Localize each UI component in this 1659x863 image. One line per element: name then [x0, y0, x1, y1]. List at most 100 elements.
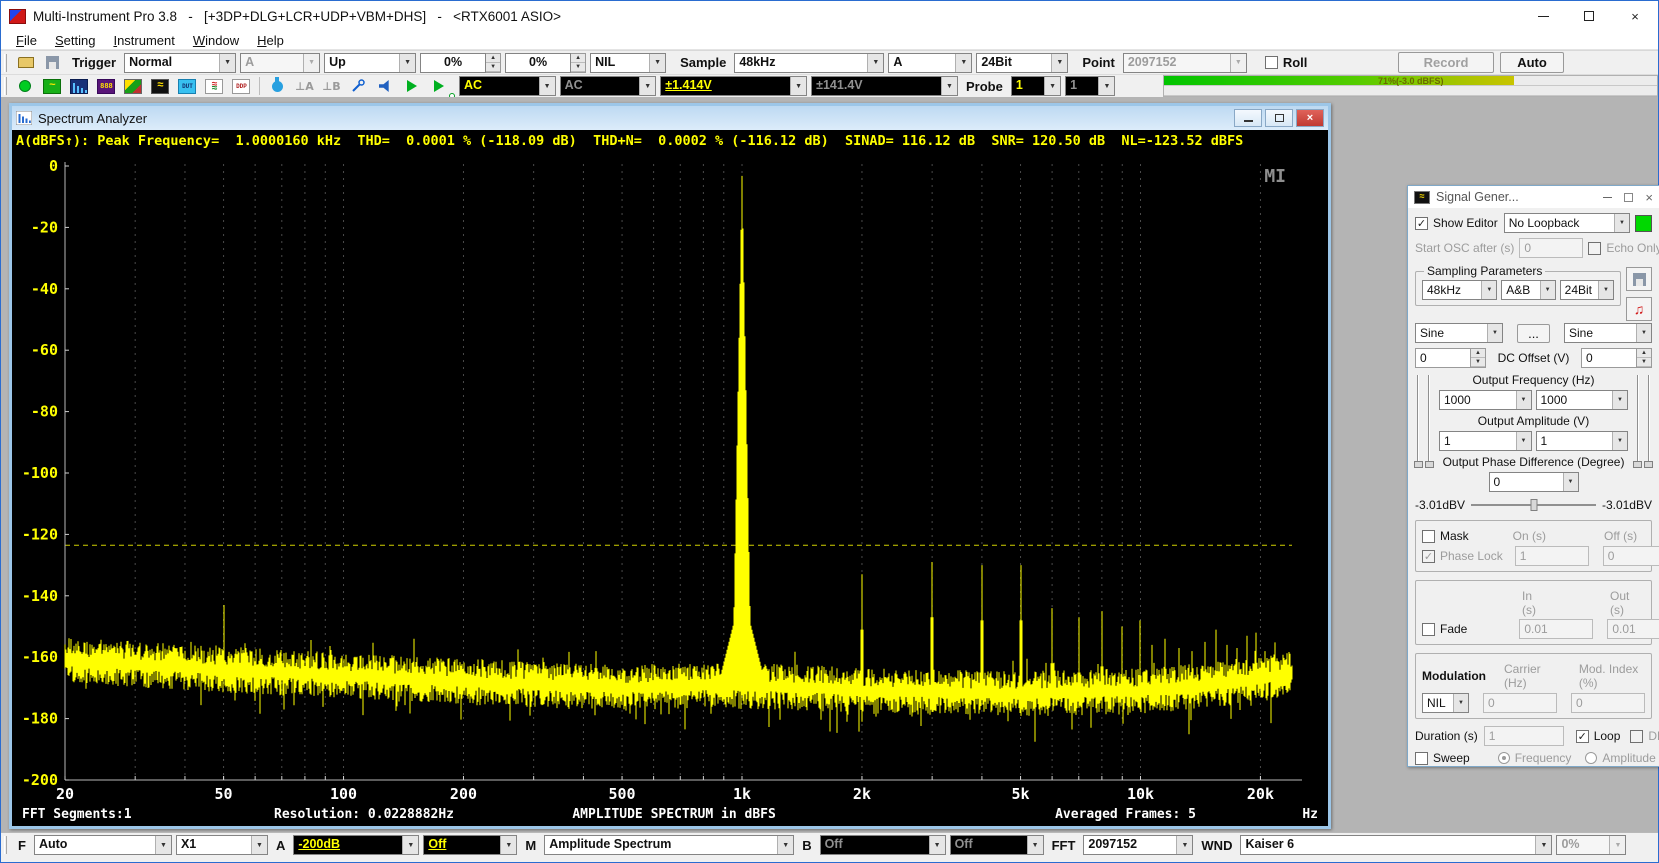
slider-handle[interactable] — [1644, 461, 1653, 468]
run-stop-icon[interactable] — [13, 75, 38, 97]
chevron-down-icon[interactable]: ▼ — [1614, 214, 1629, 232]
fft-size-select[interactable]: 2097152▼ — [1083, 835, 1193, 855]
spectrum-3d-plot-icon[interactable] — [121, 75, 146, 97]
amplitude-slider-a-outer[interactable] — [1417, 375, 1419, 462]
chevron-down-icon[interactable]: ▼ — [1176, 836, 1192, 854]
chevron-down-icon[interactable]: ▼ — [402, 836, 418, 854]
app-maximize-button[interactable] — [1566, 1, 1612, 31]
sg-close-button[interactable]: × — [1645, 190, 1653, 205]
spectrum-minimize-button[interactable] — [1234, 109, 1262, 127]
sample-rate-select[interactable]: 48kHz▼ — [734, 53, 884, 73]
amplitude-slider-b-inner[interactable] — [1637, 375, 1639, 462]
chevron-down-icon[interactable]: ▼ — [1516, 432, 1531, 450]
spin-down-icon[interactable]: ▼ — [571, 63, 585, 72]
spectrum-restore-button[interactable] — [1265, 109, 1293, 127]
signal-generator-titlebar[interactable]: ≈ Signal Gener... × — [1408, 186, 1659, 208]
play-icon[interactable] — [400, 75, 425, 97]
frequency-axis-select[interactable]: Auto▼ — [34, 835, 172, 855]
roll-checkbox[interactable] — [1265, 56, 1278, 69]
menu-window[interactable]: Window — [184, 32, 248, 49]
slider-handle[interactable] — [1425, 461, 1434, 468]
generator-save-icon[interactable] — [1626, 267, 1652, 291]
display-mode-select[interactable]: Amplitude Spectrum▼ — [544, 835, 794, 855]
derived-data-icon[interactable]: ≈ — [202, 75, 227, 97]
chevron-down-icon[interactable]: ▼ — [219, 54, 235, 72]
chevron-down-icon[interactable]: ▼ — [867, 54, 883, 72]
phase-select[interactable]: 0▼ — [1489, 472, 1579, 492]
sample-channel-select[interactable]: A▼ — [888, 53, 972, 73]
oscilloscope-icon[interactable]: ~ — [40, 75, 65, 97]
balance-slider-handle[interactable] — [1530, 499, 1537, 511]
sound-output-icon[interactable] — [373, 75, 398, 97]
probe-calibration-icon[interactable] — [346, 75, 371, 97]
menu-file[interactable]: File — [7, 32, 46, 49]
chevron-down-icon[interactable]: ▼ — [1598, 281, 1613, 299]
x-multiplier-select[interactable]: X1▼ — [176, 835, 268, 855]
open-file-icon[interactable] — [13, 52, 38, 74]
trigger-hpf-select[interactable]: NIL▼ — [590, 53, 666, 73]
chevron-down-icon[interactable]: ▼ — [500, 836, 516, 854]
chevron-down-icon[interactable]: ▼ — [1563, 473, 1578, 491]
chevron-down-icon[interactable]: ▼ — [649, 54, 665, 72]
coupling-a-select[interactable]: AC▼ — [459, 76, 556, 96]
chevron-down-icon[interactable]: ▼ — [777, 836, 793, 854]
generator-music-icon[interactable]: ♫ — [1626, 297, 1652, 321]
chevron-down-icon[interactable]: ▼ — [1453, 694, 1468, 712]
trigger-level-spinner[interactable]: 0% ▲▼ — [420, 53, 501, 73]
chevron-down-icon[interactable]: ▼ — [1636, 324, 1651, 342]
trigger-edge-select[interactable]: Up▼ — [324, 53, 416, 73]
spectrum-analyzer-icon[interactable] — [67, 75, 92, 97]
chevron-down-icon[interactable]: ▼ — [399, 54, 415, 72]
waveform-b-select[interactable]: Sine▼ — [1564, 323, 1652, 343]
amplitude-slider-a-inner[interactable] — [1428, 375, 1430, 462]
spin-down-icon[interactable]: ▼ — [486, 63, 500, 72]
waveform-a-select[interactable]: Sine▼ — [1415, 323, 1503, 343]
spectrum-plot[interactable]: 0-20-40-60-80-100-120-140-160-180-200205… — [12, 152, 1328, 806]
probe-a-select[interactable]: 1▼ — [1011, 76, 1061, 96]
generator-run-indicator[interactable] — [1635, 215, 1652, 232]
fade-checkbox[interactable] — [1422, 623, 1435, 636]
slider-handle[interactable] — [1633, 461, 1642, 468]
sg-minimize-button[interactable] — [1603, 197, 1612, 198]
chevron-down-icon[interactable]: ▼ — [1481, 281, 1496, 299]
generator-channels-select[interactable]: A&B▼ — [1501, 280, 1555, 300]
generator-bits-select[interactable]: 24Bit▼ — [1560, 280, 1614, 300]
chevron-down-icon[interactable]: ▼ — [539, 77, 555, 95]
spin-up-icon[interactable]: ▲ — [486, 54, 500, 63]
device-test-plan-icon[interactable]: DUT — [175, 75, 200, 97]
dc-offset-b-input[interactable] — [1581, 348, 1637, 368]
menu-setting[interactable]: Setting — [46, 32, 104, 49]
frequency-b-select[interactable]: 1000▼ — [1536, 390, 1629, 410]
chevron-down-icon[interactable]: ▼ — [1516, 391, 1531, 409]
loop-checkbox[interactable]: ✓ — [1576, 730, 1589, 743]
chevron-down-icon[interactable]: ▼ — [790, 77, 806, 95]
auto-button[interactable]: Auto — [1500, 52, 1564, 73]
chevron-down-icon[interactable]: ▼ — [1540, 281, 1555, 299]
amplitude-slider-b-outer[interactable] — [1648, 375, 1650, 462]
spectrum-close-button[interactable]: × — [1296, 109, 1324, 127]
dc-b-spinner[interactable]: ▲▼ — [1637, 348, 1652, 368]
mask-checkbox[interactable] — [1422, 530, 1435, 543]
spin-up-icon[interactable]: ▲ — [571, 54, 585, 63]
app-close-button[interactable]: × — [1612, 1, 1658, 31]
trigger-mode-select[interactable]: Normal▼ — [124, 53, 236, 73]
range-a-select[interactable]: ±1.414V▼ — [660, 76, 807, 96]
sweep-checkbox[interactable] — [1415, 752, 1428, 765]
slider-handle[interactable] — [1414, 461, 1423, 468]
menu-help[interactable]: Help — [248, 32, 293, 49]
chevron-down-icon[interactable]: ▼ — [1535, 836, 1551, 854]
chevron-down-icon[interactable]: ▼ — [1612, 391, 1627, 409]
modulation-type-select[interactable]: NIL▼ — [1422, 693, 1469, 713]
frequency-a-select[interactable]: 1000▼ — [1439, 390, 1532, 410]
sg-maximize-button[interactable] — [1624, 193, 1633, 202]
trigger-delay-spinner[interactable]: 0% ▲▼ — [505, 53, 586, 73]
chevron-down-icon[interactable]: ▼ — [1044, 77, 1060, 95]
generator-rate-select[interactable]: 48kHz▼ — [1422, 280, 1497, 300]
dc-offset-a-input[interactable] — [1415, 348, 1471, 368]
menu-instrument[interactable]: Instrument — [104, 32, 183, 49]
save-file-icon[interactable] — [40, 52, 65, 74]
amplitude-b-select[interactable]: 1▼ — [1536, 431, 1629, 451]
amplitude-a-select[interactable]: 1▼ — [1439, 431, 1532, 451]
balance-slider[interactable] — [1471, 504, 1596, 506]
sample-bits-select[interactable]: 24Bit▼ — [976, 53, 1068, 73]
